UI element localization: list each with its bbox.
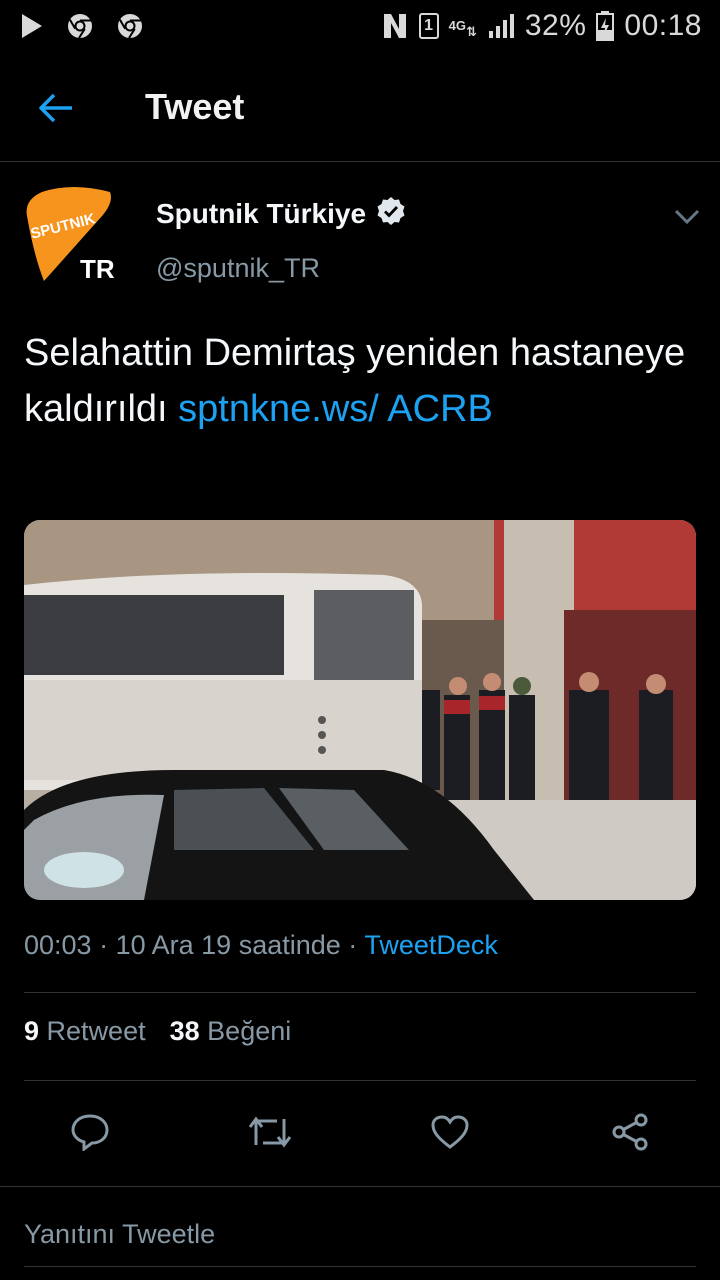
svg-text:TR: TR [80,254,115,284]
author-block[interactable]: Sputnik Türkiye @sputnik_TR [156,196,406,284]
tweet-photo[interactable] [24,520,696,900]
status-time: 00:18 [624,9,702,42]
like-count: 38 [169,1016,200,1046]
reply-underline [24,1266,696,1267]
avatar[interactable]: SPUTNIK TR [22,186,122,286]
back-button[interactable] [36,88,76,128]
play-icon [20,13,44,39]
page-title: Tweet [145,86,245,127]
tweet-date: 10 Ara 19 saatinde [115,930,341,960]
tweet-text: Selahattin Demirtaş yeniden hastaneye ka… [24,325,704,437]
back-arrow-icon [39,93,72,123]
nfc-icon [381,11,409,41]
like-button[interactable] [426,1108,474,1156]
retweet-icon [248,1116,292,1148]
retweet-count: 9 [24,1016,40,1046]
tweet-source-link[interactable]: TweetDeck [364,930,498,960]
sim-icon: 1 [418,13,439,39]
chevron-down-icon [674,209,700,225]
meta-separator: · [99,930,116,960]
tweet-time: 00:03 [24,930,92,960]
tweet-meta: 00:03 · 10 Ara 19 saatinde · TweetDeck [24,930,498,961]
top-app-bar: Tweet [0,52,720,162]
meta-separator: · [348,930,365,960]
like-label: Beğeni [207,1016,292,1046]
sputnik-logo-icon: SPUTNIK TR [26,187,115,284]
tweet-actions [0,1100,720,1164]
tweet-link[interactable]: sptnkne.ws/ ACRB [178,388,493,430]
signal-icon [487,13,515,39]
retweet-label: Retweet [46,1016,146,1046]
battery-percent: 32% [524,9,587,42]
tweet-menu-button[interactable] [670,200,704,234]
divider [24,1080,696,1081]
retweet-count-link[interactable]: 9 Retweet [24,1016,146,1047]
engagement-counts: 9 Retweet 38 Beğeni [24,1016,291,1047]
status-bar: 1 4G ⇅ 32% 00:18 [0,0,720,52]
share-button[interactable] [606,1108,654,1156]
reply-icon [71,1114,109,1151]
author-name[interactable]: Sputnik Türkiye [156,198,366,230]
chrome-icon [66,12,94,40]
reply-input[interactable]: Yanıtını Tweetle [24,1219,215,1250]
photo-image [24,520,696,900]
author-handle[interactable]: @sputnik_TR [156,253,406,284]
divider [24,992,696,993]
battery-icon [596,11,615,41]
like-count-link[interactable]: 38 Beğeni [170,1016,292,1047]
share-icon [612,1113,648,1151]
verified-badge-icon [376,196,406,231]
retweet-button[interactable] [246,1108,294,1156]
chrome-icon [116,12,144,40]
heart-icon [431,1115,469,1149]
reply-button[interactable] [66,1108,114,1156]
network-4g-icon: 4G ⇅ [448,18,477,39]
